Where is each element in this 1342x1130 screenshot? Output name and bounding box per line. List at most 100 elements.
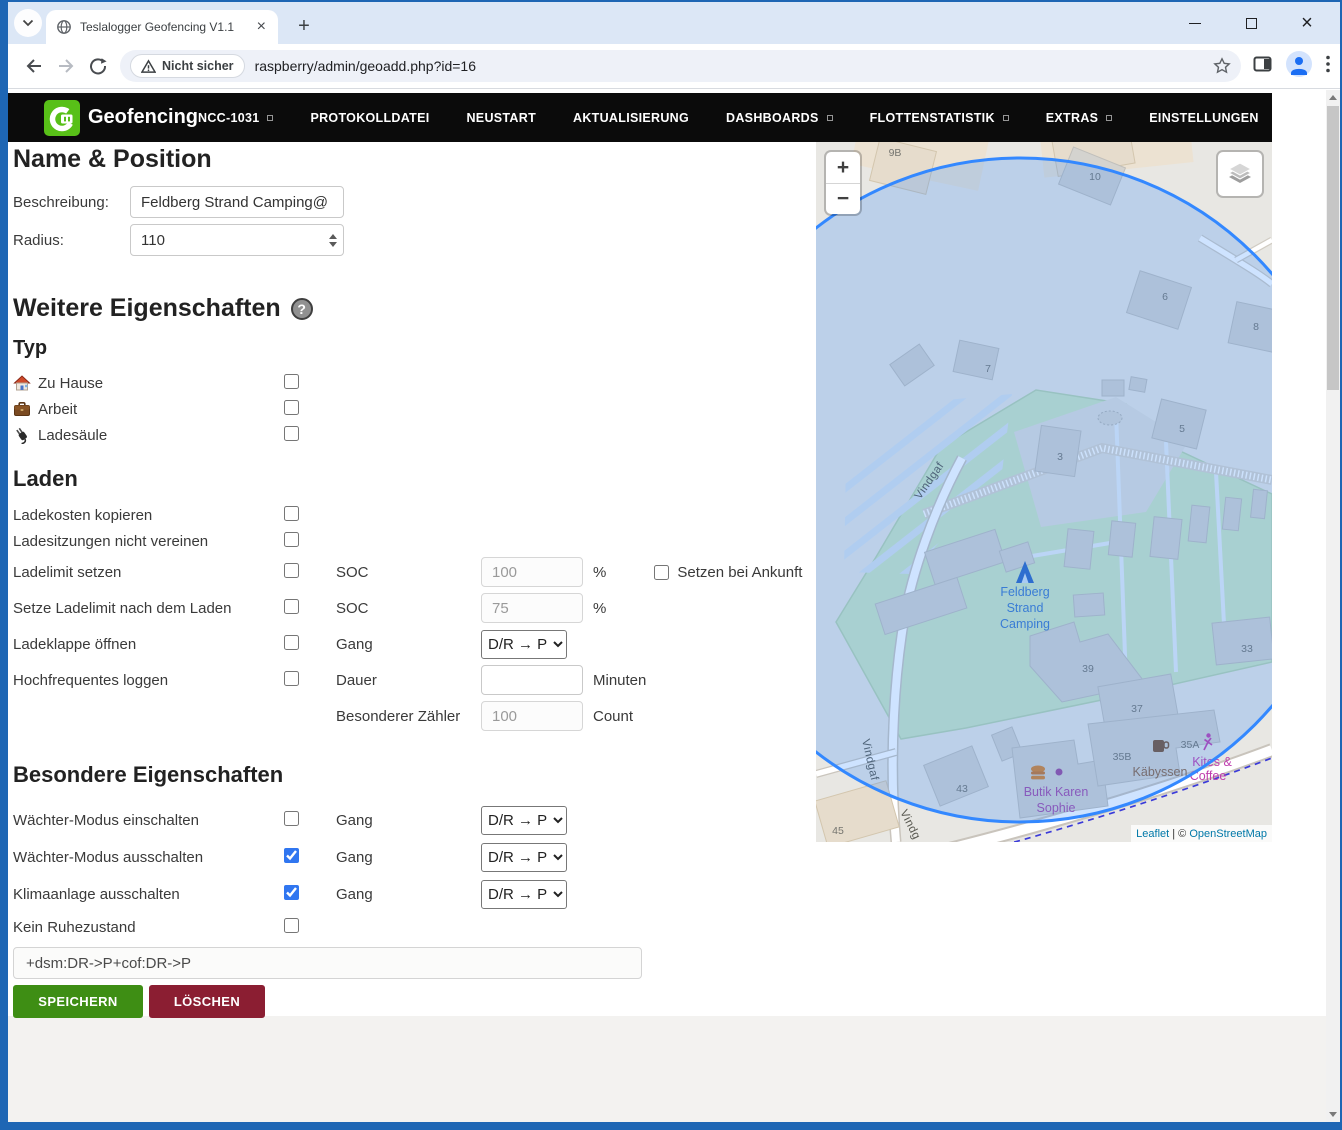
nav-item-aktualisierung[interactable]: AKTUALISIERUNG	[573, 111, 689, 125]
window-maximize-button[interactable]	[1238, 10, 1264, 36]
avatar-icon	[1286, 51, 1312, 77]
map-tiles: 9B 10 7 6 8 3 5 39 37 33 43 45 35A 35B	[816, 142, 1272, 842]
scroll-down-icon	[1329, 1112, 1337, 1117]
page-background	[8, 1016, 1326, 1122]
openstreetmap-link[interactable]: OpenStreetMap	[1189, 828, 1267, 840]
radius-input[interactable]	[130, 224, 344, 256]
url-bar[interactable]: Nicht sicher raspberry/admin/geoadd.php?…	[120, 50, 1241, 82]
map-zoom-control: + −	[826, 152, 860, 214]
radius-stepper[interactable]	[329, 224, 337, 256]
geofencing-logo-icon	[44, 100, 80, 136]
svg-text:45: 45	[832, 825, 844, 837]
command-string-input[interactable]	[13, 947, 642, 979]
map-attribution: Leaflet | © OpenStreetMap	[1131, 825, 1272, 842]
nav-menu: NCC-1031 PROTOKOLLDATEI NEUSTART AKTUALI…	[198, 111, 1259, 125]
tab-search-button[interactable]	[14, 9, 42, 37]
browser-menu-button[interactable]	[1326, 55, 1330, 78]
leaflet-link[interactable]: Leaflet	[1136, 828, 1169, 840]
browser-tab[interactable]: Teslalogger Geofencing V1.1 ×	[46, 10, 278, 44]
waechter-aus-label: Wächter-Modus ausschalten	[13, 849, 203, 866]
beschreibung-input[interactable]	[130, 186, 344, 218]
kein-ruhezustand-checkbox[interactable]	[284, 918, 299, 933]
ladekosten-label: Ladekosten kopieren	[13, 507, 152, 524]
tab-close-icon[interactable]: ×	[253, 18, 270, 36]
waechter-aus-checkbox[interactable]	[284, 848, 299, 863]
nav-item-protokolldatei[interactable]: PROTOKOLLDATEI	[310, 111, 429, 125]
dropdown-indicator-icon	[1106, 115, 1112, 121]
profile-avatar[interactable]	[1286, 51, 1312, 82]
url-text: raspberry/admin/geoadd.php?id=16	[255, 58, 1213, 74]
security-chip[interactable]: Nicht sicher	[130, 54, 245, 78]
klimaanlage-aus-checkbox[interactable]	[284, 885, 299, 900]
klimaanlage-gang-select[interactable]: D/R → P	[481, 880, 567, 909]
nav-item-einstellungen[interactable]: EINSTELLUNGEN	[1149, 111, 1258, 125]
minuten-unit: Minuten	[593, 672, 646, 689]
reload-button[interactable]	[82, 50, 114, 82]
window-close-button[interactable]: ×	[1294, 10, 1320, 36]
speichern-button[interactable]: SPEICHERN	[13, 985, 143, 1018]
ladelimit-nach-checkbox[interactable]	[284, 599, 299, 614]
nav-item-neustart[interactable]: NEUSTART	[466, 111, 536, 125]
waechter-aus-gang-select[interactable]: D/R → P	[481, 843, 567, 872]
besonderer-zaehler-input[interactable]	[481, 701, 583, 731]
ladesitzungen-checkbox[interactable]	[284, 532, 299, 547]
window-minimize-button[interactable]	[1182, 10, 1208, 36]
waechter-ein-label: Wächter-Modus einschalten	[13, 812, 199, 829]
app-navbar: Geofencing NCC-1031 PROTOKOLLDATEI NEUST…	[8, 93, 1272, 142]
side-panel-button[interactable]	[1253, 55, 1272, 78]
waechter-ein-checkbox[interactable]	[284, 811, 299, 826]
app-brand[interactable]: Geofencing	[44, 100, 198, 136]
percent-unit: %	[593, 564, 606, 581]
scrollbar-thumb[interactable]	[1327, 106, 1339, 390]
ladesaeule-checkbox[interactable]	[284, 426, 299, 441]
chevron-down-icon	[22, 19, 34, 27]
beschreibung-label: Beschreibung:	[13, 194, 130, 211]
gang-label: Gang	[336, 849, 481, 866]
back-button[interactable]	[18, 50, 50, 82]
bookmark-button[interactable]	[1213, 57, 1231, 75]
dauer-input[interactable]	[481, 665, 583, 695]
leaflet-map[interactable]: 9B 10 7 6 8 3 5 39 37 33 43 45 35A 35B	[816, 142, 1272, 842]
arbeit-checkbox[interactable]	[284, 400, 299, 415]
ladeklappe-checkbox[interactable]	[284, 635, 299, 650]
nav-item-dashboards[interactable]: DASHBOARDS	[726, 111, 833, 125]
page-viewport: Geofencing NCC-1031 PROTOKOLLDATEI NEUST…	[8, 90, 1340, 1122]
soc-nach-input[interactable]	[481, 593, 583, 623]
tab-title: Teslalogger Geofencing V1.1	[80, 20, 253, 34]
zoom-out-button[interactable]: −	[826, 183, 860, 214]
ladeklappe-gang-select[interactable]: D/R → P	[481, 630, 567, 659]
loeschen-button[interactable]: LÖSCHEN	[149, 985, 265, 1018]
help-icon[interactable]: ?	[291, 298, 313, 320]
spinner-up-icon	[329, 234, 337, 239]
scroll-down-button[interactable]	[1326, 1107, 1340, 1122]
three-dot-menu-icon	[1326, 55, 1330, 73]
new-tab-button[interactable]: +	[290, 12, 318, 40]
close-icon: ×	[1301, 13, 1313, 33]
ladelimit-checkbox[interactable]	[284, 563, 299, 578]
browser-toolbar: Nicht sicher raspberry/admin/geoadd.php?…	[8, 44, 1340, 89]
forward-button[interactable]	[50, 50, 82, 82]
section-name-position: Name & Position	[13, 145, 808, 174]
dropdown-indicator-icon	[827, 115, 833, 121]
setzen-bei-ankunft-checkbox[interactable]	[654, 565, 669, 580]
nav-item-extras[interactable]: EXTRAS	[1046, 111, 1113, 125]
gang-label: Gang	[336, 636, 481, 653]
section-besondere-eigenschaften: Besondere Eigenschaften	[13, 762, 808, 788]
waechter-ein-gang-select[interactable]: D/R → P	[481, 806, 567, 835]
zoom-in-button[interactable]: +	[826, 152, 860, 183]
hochfrequent-checkbox[interactable]	[284, 671, 299, 686]
zu-hause-checkbox[interactable]	[284, 374, 299, 389]
soc-input[interactable]	[481, 557, 583, 587]
ladekosten-checkbox[interactable]	[284, 506, 299, 521]
scroll-up-button[interactable]	[1326, 90, 1340, 105]
nav-item-ncc1031[interactable]: NCC-1031	[198, 111, 273, 125]
section-weitere-eigenschaften: Weitere Eigenschaften?	[13, 294, 808, 323]
page-scrollbar[interactable]	[1326, 90, 1340, 1122]
soc-label: SOC	[336, 600, 481, 617]
besonderer-zaehler-label: Besonderer Zähler	[336, 708, 481, 725]
star-icon	[1213, 57, 1231, 75]
geofence-circle[interactable]	[816, 158, 1272, 822]
nav-item-flottenstatistik[interactable]: FLOTTENSTATISTIK	[870, 111, 1009, 125]
layers-control-button[interactable]	[1218, 152, 1262, 196]
briefcase-icon	[13, 400, 31, 418]
